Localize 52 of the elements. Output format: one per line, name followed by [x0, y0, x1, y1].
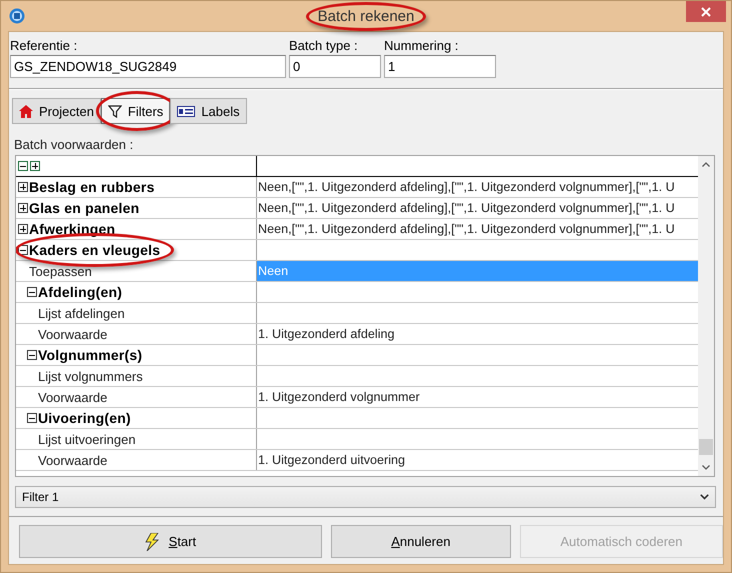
expand-icon[interactable] [18, 224, 28, 234]
group-name[interactable]: Beslag en rubbers [29, 179, 155, 195]
house-icon [19, 104, 33, 118]
collapse-icon[interactable] [27, 350, 37, 360]
field-label: Batch type : [289, 38, 359, 54]
scroll-thumb[interactable] [699, 439, 713, 455]
property-name: Lijst volgnummers [38, 368, 143, 384]
property-name: Toepassen [29, 264, 92, 278]
property-value[interactable]: Neen,["",1. Uitgezonderd afdeling],["",1. Uitgezonderd volgnummer],["",1. U [257, 198, 698, 218]
group-name[interactable]: Afwerkingen [29, 221, 116, 237]
input-field[interactable]: 0 [289, 55, 381, 78]
expand-all-icon[interactable] [30, 161, 40, 171]
collapse-all-icon[interactable] [18, 161, 28, 171]
property-value[interactable]: Neen,["",1. Uitgezonderd afdeling],["",1. Uitgezonderd volgnummer],["",1. U [257, 177, 698, 197]
property-value[interactable]: 1. Uitgezonderd afdeling [257, 324, 698, 344]
filter-dropdown[interactable]: Filter 1 [15, 486, 716, 508]
action-button[interactable]: Annuleren [330, 525, 511, 558]
property-name: Voorwaarde [38, 452, 108, 468]
group-name[interactable]: Glas en panelen [29, 200, 140, 216]
field-label: Nummering : [384, 38, 460, 54]
property-name: Voorwaarde [38, 390, 108, 404]
tab[interactable]: Projecten [12, 98, 101, 124]
tab[interactable]: Labels [170, 98, 247, 124]
collapse-icon[interactable] [27, 413, 37, 423]
card-icon [177, 106, 196, 116]
grid-label: Batch voorwaarden : [14, 137, 134, 152]
group-name[interactable]: Kaders en vleugels [29, 242, 160, 258]
property-name: Lijst afdelingen [38, 306, 125, 320]
input-field[interactable]: 1 [384, 55, 496, 78]
close-button[interactable] [686, 1, 726, 22]
expand-icon[interactable] [18, 182, 28, 192]
lightning-icon [144, 532, 159, 550]
property-name: Lijst uitvoeringen [38, 432, 136, 446]
property-value[interactable]: 1. Uitgezonderd volgnummer [257, 387, 698, 407]
close-icon[interactable] [701, 6, 711, 16]
property-value[interactable]: 1. Uitgezonderd uitvoering [257, 450, 698, 470]
expand-icon[interactable] [18, 203, 28, 213]
scrollbar[interactable] [698, 156, 714, 476]
property-value[interactable]: Neen,["",1. Uitgezonderd afdeling],["",1. Uitgezonderd volgnummer],["",1. U [257, 219, 698, 239]
field-label: Referentie : [10, 38, 78, 54]
group-name[interactable]: Volgnummer(s) [38, 347, 142, 363]
property-name: Voorwaarde [38, 326, 108, 342]
group-name[interactable]: Uivoering(en) [38, 410, 131, 426]
scroll-up-icon[interactable] [702, 162, 710, 167]
collapse-icon[interactable] [27, 287, 37, 297]
funnel-icon [108, 104, 122, 118]
app-icon [9, 8, 25, 24]
tab[interactable]: Filters [100, 98, 170, 124]
scroll-down-icon[interactable] [702, 465, 710, 470]
input-field[interactable]: GS_ZENDOW18_SUG2849 [10, 55, 286, 78]
action-button[interactable]: Start [19, 525, 322, 558]
group-name[interactable]: Afdeling(en) [38, 284, 122, 300]
